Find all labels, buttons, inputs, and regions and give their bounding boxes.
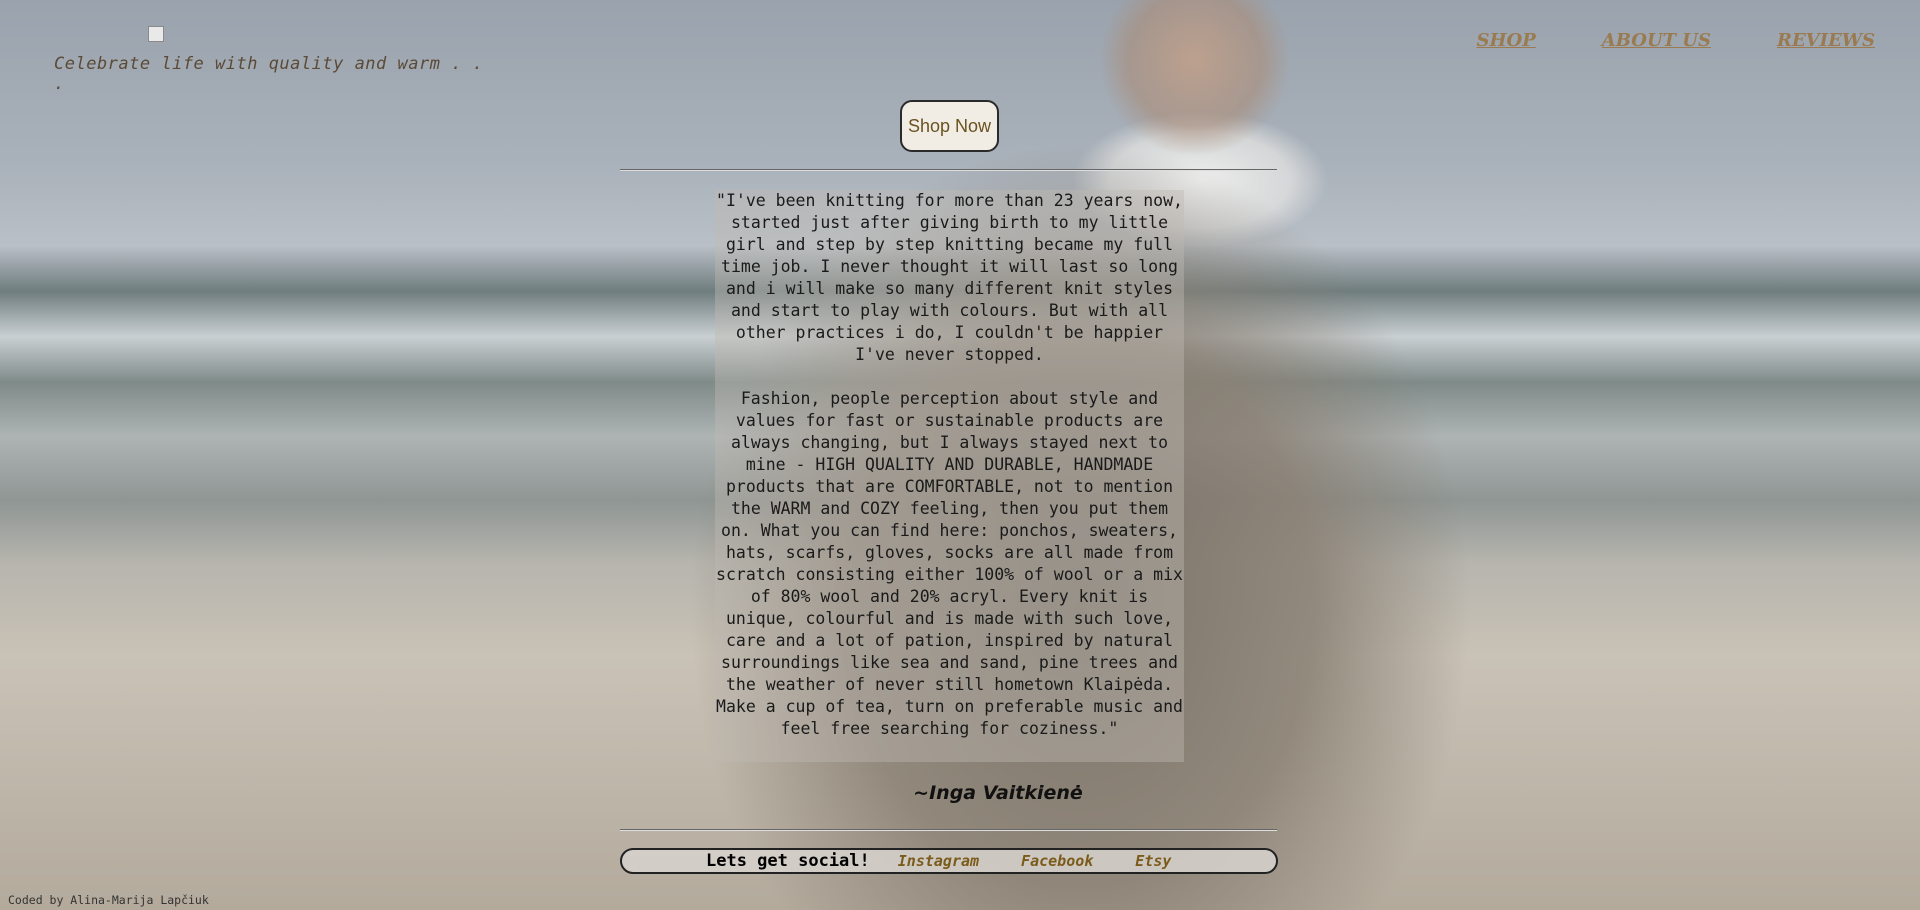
tagline: Celebrate life with quality and warm . .…	[54, 54, 484, 94]
shop-now-button[interactable]: Shop Now	[900, 100, 999, 152]
quote-paragraph-2: Fashion, people perception about style a…	[716, 389, 1183, 738]
divider-top	[620, 169, 1277, 171]
nav-link-about-us[interactable]: ABOUT US	[1602, 30, 1711, 51]
broken-image-icon	[148, 26, 164, 42]
social-link-facebook[interactable]: Facebook	[1021, 852, 1093, 870]
social-label: Lets get social!	[706, 851, 870, 871]
social-link-etsy[interactable]: Etsy	[1135, 852, 1171, 870]
divider-bottom	[620, 829, 1277, 831]
footer-credit: Coded by Alina-Marija Lapčiuk	[8, 893, 209, 907]
brand-header: Celebrate life with quality and warm . .…	[54, 26, 494, 94]
social-link-instagram[interactable]: Instagram	[898, 852, 979, 870]
quote-box: "I've been knitting for more than 23 yea…	[715, 190, 1184, 762]
main-nav: SHOP ABOUT US REVIEWS	[1477, 30, 1875, 51]
social-bar: Lets get social! Instagram Facebook Etsy	[620, 848, 1278, 874]
quote-paragraph-1: "I've been knitting for more than 23 yea…	[716, 191, 1183, 364]
nav-link-reviews[interactable]: REVIEWS	[1777, 30, 1875, 51]
nav-link-shop[interactable]: SHOP	[1477, 30, 1536, 51]
quote-signature: ~Inga Vaitkienė	[913, 782, 1083, 804]
